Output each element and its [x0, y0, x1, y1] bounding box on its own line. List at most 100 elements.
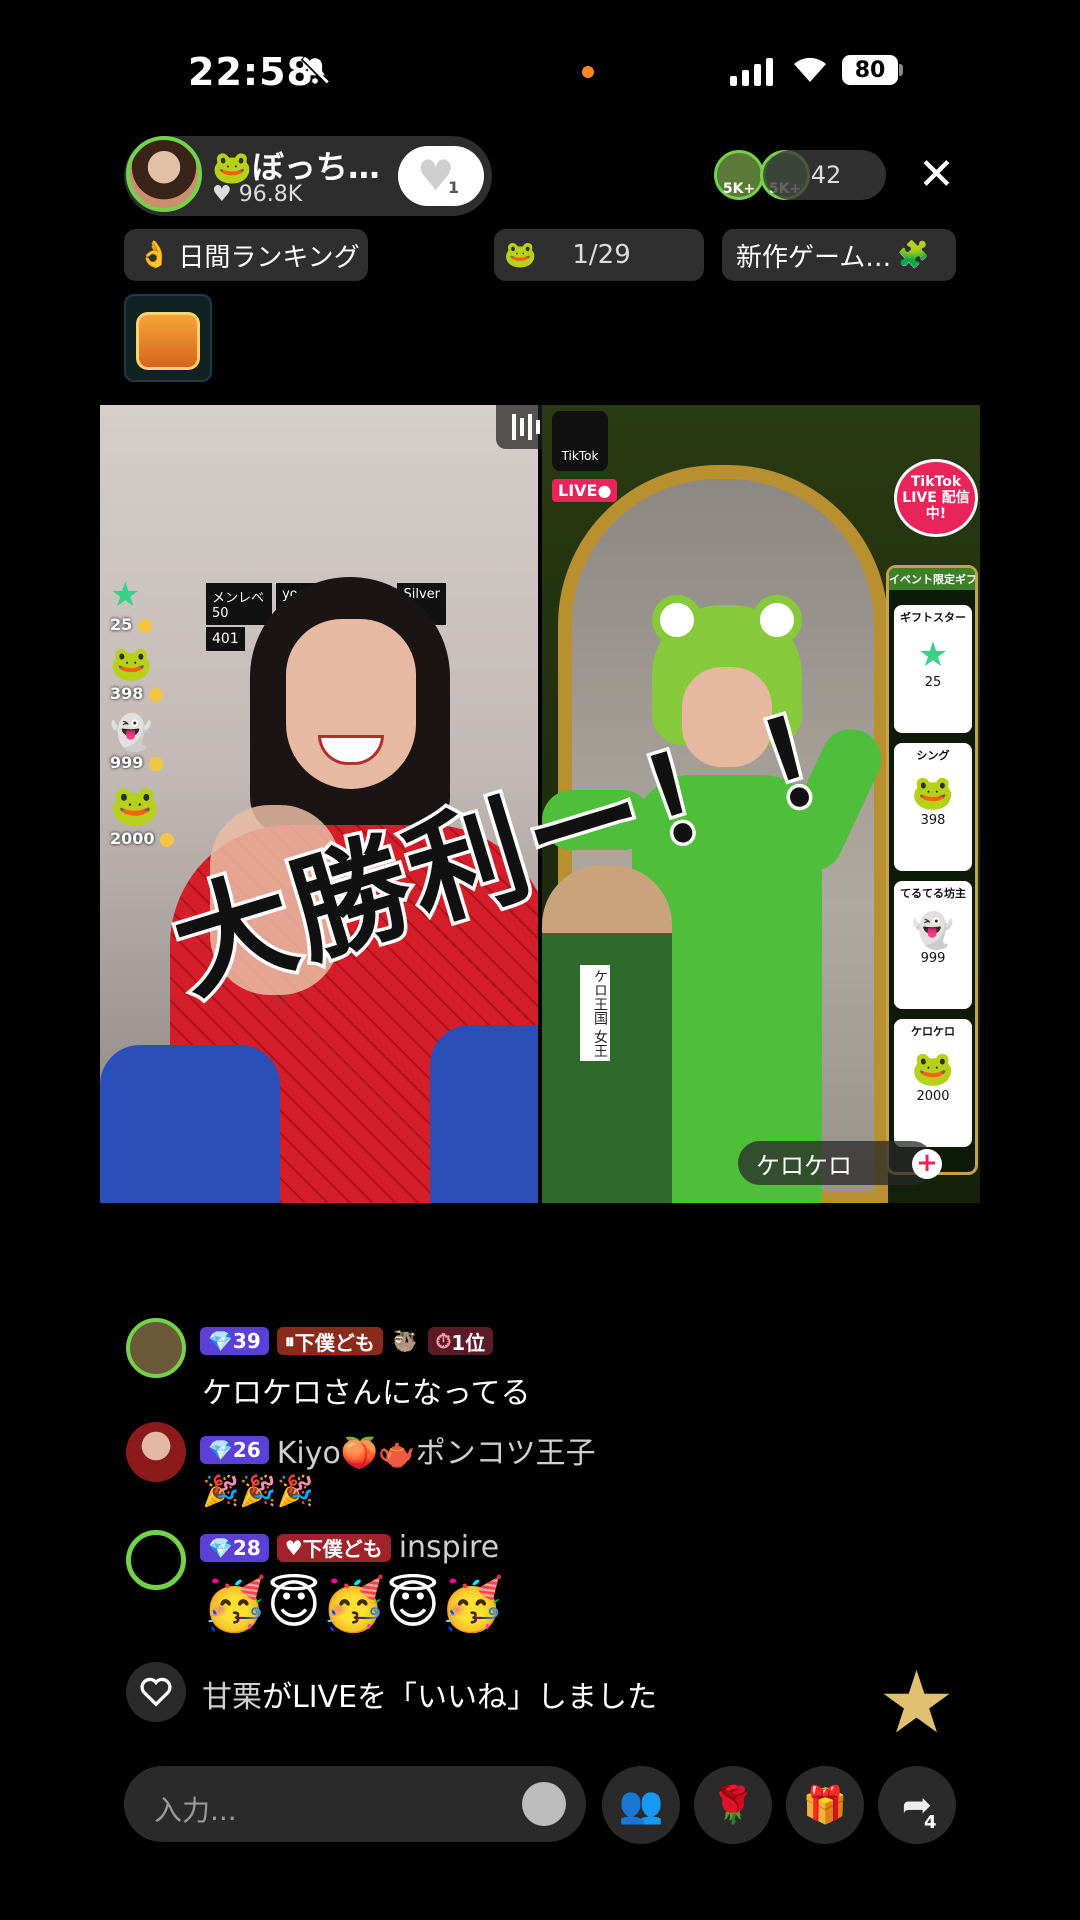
gift-icon: 🎁 — [802, 1785, 848, 1826]
sign-cell: メンレベ50 — [206, 583, 273, 625]
chat-header: 💎 28 ♥ 下僕ども inspire — [200, 1530, 499, 1565]
viewer-badge: 5K+ — [722, 181, 756, 197]
like-notice-icon — [126, 1662, 186, 1722]
chat-badges: 💎 39 ⏸ 下僕ども 🦥 ⏱ 1位 — [200, 1327, 494, 1355]
frog-eye — [652, 595, 702, 645]
host-likes-value: 96.8K — [238, 182, 303, 207]
event-gift-name: ケロケロ — [911, 1025, 955, 1038]
tiktok-label: TikTok — [561, 449, 599, 463]
privacy-indicator-dot — [582, 66, 594, 78]
like-notice-text: がLIVEを「いいね」しました — [262, 1680, 658, 1715]
multi-guest-button[interactable]: 👥 — [602, 1766, 680, 1844]
host-likes: ♥ 96.8K — [212, 182, 303, 207]
rank-badge: ⏱ 1位 — [427, 1327, 494, 1355]
share-count: 4 — [924, 1812, 937, 1833]
gift-frog-icon: 🐸 — [110, 644, 153, 684]
close-icon[interactable]: ✕ — [918, 152, 955, 198]
gift-doll-icon: 👻 — [911, 911, 955, 951]
add-guest-icon[interactable]: + — [912, 1149, 942, 1179]
rank-label: 1位 — [451, 1330, 486, 1355]
live-tag: LIVE● — [552, 479, 618, 502]
guest-name-tag[interactable]: ケロケロ — [738, 1141, 934, 1185]
level-value: 26 — [232, 1438, 261, 1462]
wifi-icon — [790, 52, 830, 90]
costume-sleeve — [430, 1025, 538, 1203]
battery-tip — [899, 64, 903, 76]
chat-username[interactable]: Kiyo🍑🫖ポンコツ王子 — [277, 1428, 596, 1472]
fan-club-label: 下僕ども — [294, 1330, 375, 1355]
event-gift-price: 398 — [920, 813, 946, 828]
sign-cell: 401 — [206, 627, 245, 651]
follow-count: 1 — [448, 178, 460, 197]
chat-avatar[interactable] — [126, 1530, 186, 1590]
match-progress-pill[interactable]: 🐸 1/29 — [494, 229, 704, 281]
cellular-signal-icon — [730, 58, 773, 86]
silent-bell-icon — [298, 54, 332, 92]
like-notice: 甘栗がLIVEを「いいね」しました — [202, 1672, 657, 1716]
rose-icon: 🌹 — [710, 1785, 756, 1826]
gift-button[interactable]: 🎁 — [786, 1766, 864, 1844]
viewer-count[interactable]: 42 — [766, 150, 886, 200]
event-gift-card[interactable]: てるてる坊主 👻 999 — [894, 881, 972, 1009]
chat-username[interactable]: inspire — [399, 1530, 500, 1565]
gift-frog-icon: 🐸 — [911, 773, 955, 813]
status-time: 22:58 — [188, 50, 314, 94]
event-gift-price: 25 — [924, 675, 942, 690]
chat-message: ケロケロさんになってる — [202, 1376, 531, 1411]
star-icon[interactable]: ★ — [878, 1660, 955, 1746]
rose-gift-button[interactable]: 🌹 — [694, 1766, 772, 1844]
ranking-label: 日間ランキング — [178, 242, 360, 273]
new-game-pill[interactable]: 新作ゲーム… 🧩 — [722, 229, 956, 281]
top-viewer-avatar[interactable]: 5K+ — [714, 150, 764, 200]
event-gift-header: イベント限定ギフト — [889, 568, 975, 590]
gift-price: 398 — [110, 684, 144, 703]
chat-message: 🥳😇🥳😇🥳 — [202, 1575, 505, 1635]
event-gift-card[interactable]: ギフトスター ★ 25 — [894, 605, 972, 733]
chat-header: 💎 26 Kiyo🍑🫖ポンコツ王子 — [200, 1428, 596, 1472]
comment-placeholder: 入力... — [154, 1794, 237, 1827]
level-badge: 💎 28 — [200, 1533, 269, 1562]
fire-icon: 👌 — [138, 240, 171, 270]
fan-club-badge: ♥ 下僕ども — [276, 1533, 391, 1562]
battery-indicator: 80 — [842, 55, 898, 85]
chat-avatar[interactable] — [126, 1422, 186, 1482]
guest-name: ケロケロ — [756, 1151, 852, 1180]
level-value: 39 — [232, 1329, 261, 1353]
live-streaming-badge: TikTok LIVE 配信中! — [894, 459, 978, 537]
tiktok-logo: TikTok — [552, 411, 608, 471]
chat-message: 🎉🎉🎉 — [202, 1474, 315, 1509]
fan-club-badge: ⏸ 下僕ども — [276, 1327, 383, 1355]
share-button[interactable]: ➦ — [878, 1766, 956, 1844]
event-gift-price: 999 — [920, 951, 946, 966]
host-avatar[interactable] — [126, 136, 202, 212]
emoji-icon[interactable] — [522, 1782, 566, 1826]
event-gift-card[interactable]: ケロケロ 🐸 2000 — [894, 1019, 972, 1147]
ranking-pill[interactable]: 👌 日間ランキング — [124, 229, 368, 281]
gift-price: 25 — [110, 615, 133, 634]
gift-price: 2000 — [110, 829, 155, 848]
queen-sash: ケロ王国 女王 — [580, 965, 610, 1062]
event-gift-name: てるてる坊主 — [900, 887, 966, 900]
frog-icon: 🐸 — [504, 240, 537, 270]
level-badge: 💎 26 — [200, 1436, 269, 1464]
live-streaming-text: TikTok LIVE 配信中! — [902, 474, 970, 522]
event-gift-name: ギフトスター — [900, 611, 966, 624]
gift-frog-king-icon: 🐸 — [911, 1049, 955, 1089]
level-badge: 💎 39 — [200, 1327, 269, 1355]
gift-star-icon: ★ — [917, 635, 949, 675]
guests-icon: 👥 — [618, 1785, 664, 1826]
gift-price: 999 — [110, 753, 144, 772]
costume-sleeve — [100, 1045, 280, 1203]
event-gift-card[interactable]: シング 🐸 398 — [894, 743, 972, 871]
new-game-label: 新作ゲーム… — [736, 242, 892, 273]
fan-club-label: 下僕ども — [302, 1537, 383, 1561]
gift-star-icon: ★ — [110, 575, 141, 615]
like-notice-user[interactable]: 甘栗 — [202, 1680, 262, 1715]
game-icon: 🧩 — [897, 240, 930, 270]
gift-column: ★ 25 🐸 398 👻 999 🐸 2000 — [110, 575, 180, 848]
treasure-chest-icon — [136, 312, 200, 370]
gift-doll-icon: 👻 — [110, 713, 153, 753]
level-value: 28 — [232, 1535, 261, 1560]
sloth-icon: 🦥 — [392, 1329, 418, 1353]
chat-avatar[interactable] — [126, 1318, 186, 1378]
